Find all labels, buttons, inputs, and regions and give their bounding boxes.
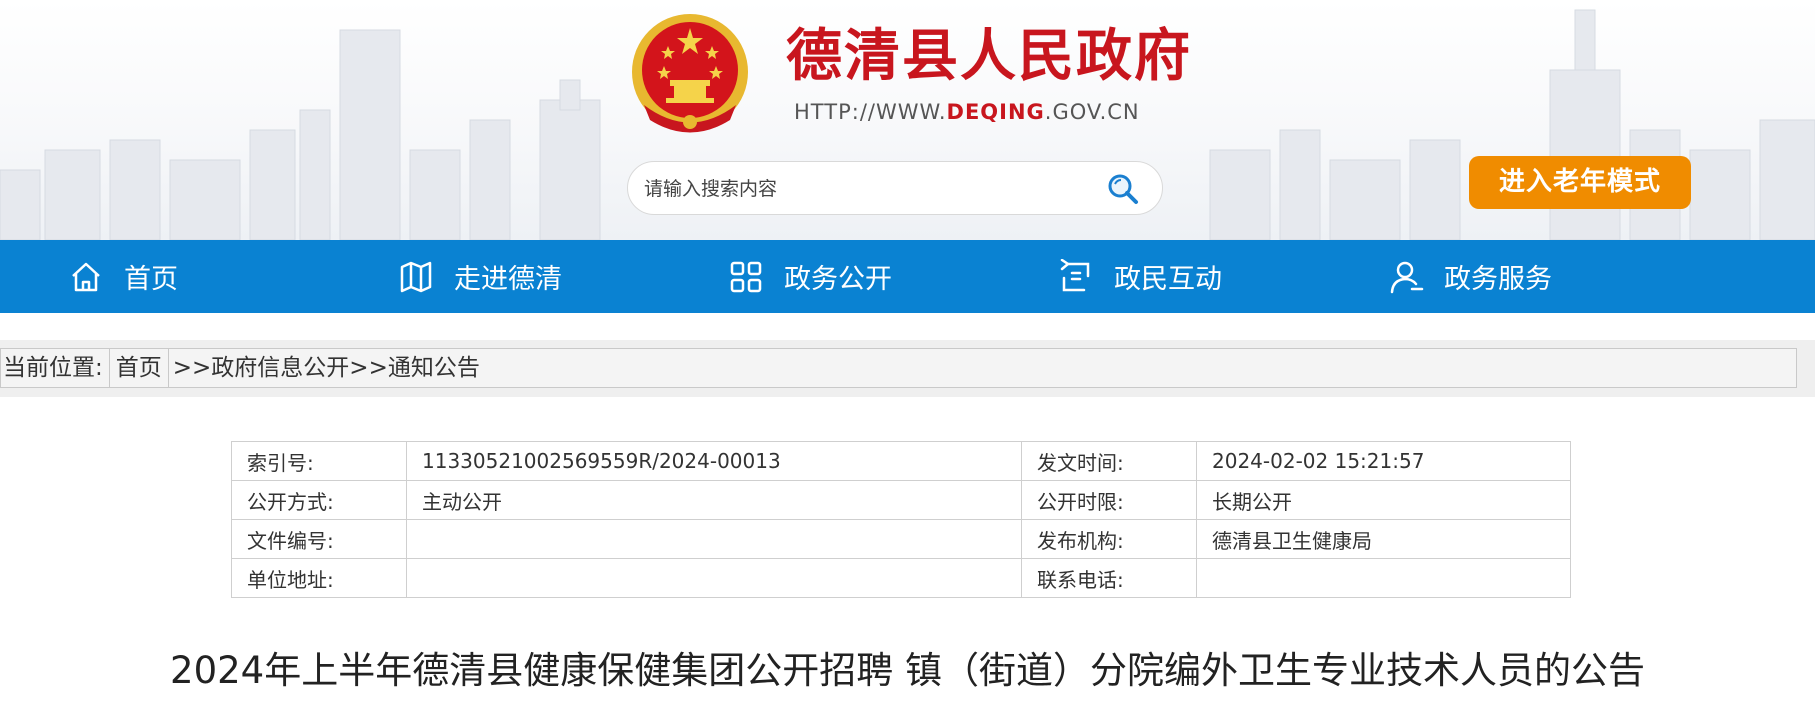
site-title: 德清县人民政府 bbox=[786, 23, 1192, 89]
breadcrumb-home-link[interactable]: 首页 bbox=[110, 349, 169, 387]
nav-item-about-deqing[interactable]: 走进德清 bbox=[398, 240, 562, 313]
site-header: 德清县人民政府 HTTP://WWW.DEQING.GOV.CN 进入老年模式 bbox=[0, 0, 1815, 240]
breadcrumb-current-link[interactable]: 通知公告 bbox=[388, 355, 480, 381]
nav-label-interaction: 政民互动 bbox=[1114, 264, 1222, 295]
article-title: 2024年上半年德清县健康保健集团公开招聘 镇（街道）分院编外卫生专业技术人员的… bbox=[170, 649, 1645, 692]
meta-value bbox=[406, 558, 1022, 598]
national-emblem-logo bbox=[632, 14, 748, 133]
interaction-icon bbox=[1060, 258, 1090, 291]
nav-label-home: 首页 bbox=[124, 264, 178, 295]
breadcrumb-section-link[interactable]: 政府信息公开 bbox=[211, 355, 349, 381]
nav-label-about-deqing: 走进德清 bbox=[454, 264, 562, 295]
table-row: 文件编号: 发布机构: 德清县卫生健康局 bbox=[231, 519, 1571, 559]
meta-key: 发布机构: bbox=[1021, 519, 1197, 559]
meta-value: 主动公开 bbox=[406, 480, 1022, 520]
table-row: 索引号: 11330521002569559R/2024-00013 发文时间:… bbox=[231, 441, 1571, 481]
site-url-highlight: DEQING bbox=[946, 100, 1045, 124]
meta-value: 11330521002569559R/2024-00013 bbox=[406, 441, 1022, 481]
nav-label-services: 政务服务 bbox=[1444, 264, 1552, 295]
map-icon bbox=[400, 261, 432, 292]
meta-key: 发文时间: bbox=[1021, 441, 1197, 481]
meta-value bbox=[1196, 558, 1571, 598]
table-row: 单位地址: 联系电话: bbox=[231, 558, 1571, 598]
breadcrumb-prefix: 当前位置: bbox=[1, 349, 110, 387]
home-icon bbox=[72, 262, 100, 291]
breadcrumb-separator: >> bbox=[349, 355, 388, 381]
search-box bbox=[627, 161, 1163, 215]
meta-value: 2024-02-02 15:21:57 bbox=[1196, 441, 1571, 481]
grid-icon bbox=[730, 261, 762, 292]
nav-item-services[interactable]: 政务服务 bbox=[1388, 240, 1552, 313]
table-row: 公开方式: 主动公开 公开时限: 长期公开 bbox=[231, 480, 1571, 520]
document-meta-table: 索引号: 11330521002569559R/2024-00013 发文时间:… bbox=[231, 441, 1571, 598]
meta-key: 公开时限: bbox=[1021, 480, 1197, 520]
meta-key: 文件编号: bbox=[231, 519, 407, 559]
meta-key: 单位地址: bbox=[231, 558, 407, 598]
meta-value bbox=[406, 519, 1022, 559]
meta-key: 公开方式: bbox=[231, 480, 407, 520]
search-input[interactable] bbox=[642, 170, 1086, 208]
nav-item-gov-affairs[interactable]: 政务公开 bbox=[728, 240, 892, 313]
nav-item-interaction[interactable]: 政民互动 bbox=[1058, 240, 1222, 313]
breadcrumb-separator: >> bbox=[172, 355, 212, 381]
meta-value: 德清县卫生健康局 bbox=[1196, 519, 1571, 559]
user-icon bbox=[1390, 261, 1424, 293]
nav-label-gov-affairs: 政务公开 bbox=[784, 264, 892, 295]
elder-mode-button[interactable]: 进入老年模式 bbox=[1469, 156, 1691, 209]
site-url-prefix: HTTP://WWW. bbox=[794, 100, 947, 124]
breadcrumb-trail: >>政府信息公开>>通知公告 bbox=[169, 349, 480, 387]
main-nav: 首页 走进德清 政务公开 政民互动 政务服务 bbox=[0, 240, 1815, 313]
meta-value: 长期公开 bbox=[1196, 480, 1571, 520]
breadcrumb: 当前位置: 首页 >>政府信息公开>>通知公告 bbox=[0, 348, 1797, 388]
nav-item-home[interactable]: 首页 bbox=[68, 240, 178, 313]
site-url: HTTP://WWW.DEQING.GOV.CN bbox=[794, 100, 1140, 124]
meta-key: 索引号: bbox=[231, 441, 407, 481]
site-url-suffix: .GOV.CN bbox=[1044, 100, 1140, 124]
meta-key: 联系电话: bbox=[1021, 558, 1197, 598]
search-icon[interactable] bbox=[1106, 172, 1140, 206]
